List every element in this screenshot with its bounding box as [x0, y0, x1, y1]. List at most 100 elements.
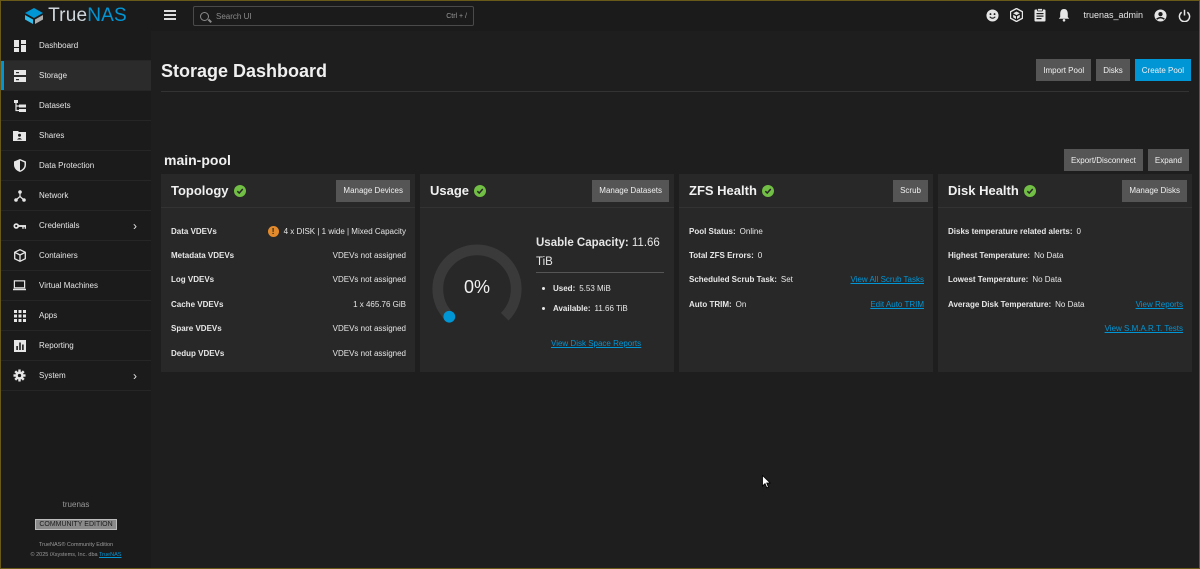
- top-bar: TrueNAS Search UI Ctrl + / truenas_admin: [1, 1, 1199, 31]
- usable-capacity: Usable Capacity: 11.66 TiB: [536, 237, 660, 268]
- topology-row: Dedup VDEVs VDEVs not assigned: [171, 348, 406, 358]
- manage-devices-button[interactable]: Manage Devices: [336, 179, 410, 202]
- expand-button[interactable]: Expand: [1147, 149, 1189, 171]
- menu-toggle-icon[interactable]: [164, 10, 176, 20]
- import-pool-button[interactable]: Import Pool: [1036, 59, 1092, 81]
- pool-name: main-pool: [164, 152, 231, 168]
- key-icon: [13, 219, 26, 232]
- zfs-row: Scheduled Scrub Task: Set View All Scrub T…: [689, 275, 924, 285]
- disk-health-row: Disks temperature related alerts: 0: [948, 226, 1081, 236]
- chevron-right-icon: ›: [133, 368, 137, 383]
- search-placeholder: Search UI: [216, 11, 252, 21]
- card-title: ZFS Health: [689, 183, 757, 198]
- export-disconnect-button[interactable]: Export/Disconnect: [1063, 149, 1143, 171]
- zfs-health-card: ZFS Health Scrub Pool Status: Online Tota…: [679, 174, 933, 372]
- sidebar-item-label: Data Protection: [39, 161, 95, 170]
- zfs-row: Total ZFS Errors: 0: [689, 251, 763, 261]
- scrub-button[interactable]: Scrub: [893, 179, 928, 202]
- usage-percent: 0%: [463, 277, 490, 297]
- zfs-row: Pool Status: Online: [689, 226, 763, 236]
- network-icon: [13, 189, 26, 202]
- sidebar-item-apps[interactable]: Apps: [1, 301, 151, 331]
- cube-icon: [13, 249, 26, 262]
- apps-grid-icon: [13, 309, 26, 322]
- warning-icon[interactable]: !: [267, 225, 279, 237]
- sidebar-item-storage[interactable]: Storage: [1, 61, 151, 91]
- sidebar-item-containers[interactable]: Containers: [1, 241, 151, 271]
- topology-row: Spare VDEVs VDEVs not assigned: [171, 324, 406, 334]
- sidebar-item-credentials[interactable]: Credentials ›: [1, 211, 151, 241]
- check-circle-icon: [1023, 184, 1036, 197]
- topology-row: Metadata VDEVs VDEVs not assigned: [171, 251, 406, 261]
- sidebar-item-label: Apps: [39, 311, 58, 320]
- edit-auto-trim-link[interactable]: Edit Auto TRIM: [870, 300, 924, 309]
- sidebar-item-label: Shares: [39, 131, 65, 140]
- sidebar: Dashboard Storage Datasets Shares Data P…: [1, 31, 151, 568]
- truenas-logo-icon: [25, 8, 44, 24]
- truenas-website-link[interactable]: TrueNAS: [99, 552, 121, 558]
- disk-health-row: Lowest Temperature: No Data: [948, 275, 1062, 285]
- header-divider: [161, 91, 1189, 92]
- edition-badge: COMMUNITY EDITION: [35, 519, 117, 530]
- search-shortcut: Ctrl + /: [446, 12, 467, 20]
- copyright: © 2025 iXsystems, Inc. dba TrueNAS: [30, 552, 122, 558]
- sidebar-item-virtual-machines[interactable]: Virtual Machines: [1, 271, 151, 301]
- chevron-right-icon: ›: [133, 218, 137, 233]
- sidebar-item-label: Containers: [39, 251, 78, 260]
- disks-button[interactable]: Disks: [1096, 59, 1130, 81]
- card-title: Topology: [171, 183, 229, 198]
- datasets-icon: [13, 99, 26, 112]
- sidebar-item-label: Reporting: [39, 341, 74, 350]
- usage-card: Usage Manage Datasets 0% Usable Capacity…: [420, 174, 674, 372]
- card-title: Disk Health: [948, 183, 1019, 198]
- disk-health-row: Highest Temperature: No Data: [948, 251, 1064, 261]
- sidebar-item-label: Virtual Machines: [39, 281, 98, 290]
- view-all-scrub-tasks-link[interactable]: View All Scrub Tasks: [850, 275, 924, 284]
- sidebar-item-datasets[interactable]: Datasets: [1, 91, 151, 121]
- gear-icon: [13, 369, 26, 382]
- sidebar-item-label: Credentials: [39, 221, 80, 230]
- sidebar-footer: truenas COMMUNITY EDITION TrueNAS® Commu…: [1, 500, 151, 560]
- truenas-logo[interactable]: TrueNAS: [1, 1, 151, 31]
- used-stat: Used: 5.53 MiB: [542, 284, 611, 293]
- topology-row: Data VDEVs! 4 x DISK | 1 wide | Mixed Cap…: [171, 225, 406, 237]
- laptop-icon: [13, 279, 26, 292]
- feedback-icon[interactable]: [985, 8, 999, 22]
- account-circle-icon[interactable]: [1153, 8, 1167, 22]
- search-icon: [200, 11, 209, 21]
- jobs-clipboard-icon[interactable]: [1033, 8, 1047, 22]
- search-input[interactable]: Search UI Ctrl + /: [193, 6, 474, 26]
- hostname-label: truenas: [62, 500, 90, 509]
- sidebar-item-system[interactable]: System ›: [1, 361, 151, 391]
- view-reports-link[interactable]: View Reports: [1136, 300, 1183, 309]
- main-content: Storage Dashboard Import Pool Disks Crea…: [151, 31, 1199, 568]
- view-disk-space-reports-link[interactable]: View Disk Space Reports: [551, 339, 641, 348]
- sidebar-item-network[interactable]: Network: [1, 181, 151, 211]
- available-stat: Available: 11.66 TiB: [542, 304, 628, 313]
- check-circle-icon: [233, 184, 246, 197]
- dashboard-icon: [13, 39, 26, 52]
- sidebar-item-shares[interactable]: Shares: [1, 121, 151, 151]
- check-circle-icon: [474, 184, 487, 197]
- product-line: TrueNAS® Community Edition: [38, 542, 114, 548]
- usage-gauge-fill: [443, 310, 456, 323]
- power-icon[interactable]: [1177, 8, 1191, 22]
- manage-datasets-button[interactable]: Manage Datasets: [592, 179, 669, 202]
- sidebar-item-dashboard[interactable]: Dashboard: [1, 31, 151, 61]
- topology-card: Topology Manage Devices Data VDEVs! 4 x D…: [161, 174, 415, 372]
- sidebar-item-label: Network: [39, 191, 69, 200]
- shield-icon: [13, 159, 26, 172]
- sidebar-item-reporting[interactable]: Reporting: [1, 331, 151, 361]
- storage-icon: [13, 69, 26, 82]
- create-pool-button[interactable]: Create Pool: [1134, 59, 1191, 81]
- manage-disks-button[interactable]: Manage Disks: [1122, 179, 1187, 202]
- sidebar-item-label: System: [39, 371, 66, 380]
- notifications-bell-icon[interactable]: [1057, 8, 1071, 22]
- topology-row: Cache VDEVs 1 x 465.76 GiB: [171, 299, 406, 309]
- truecommand-icon[interactable]: [1009, 8, 1023, 22]
- disk-health-row: Average Disk Temperature: No Data View Rep…: [948, 299, 1183, 309]
- username-label[interactable]: truenas_admin: [1083, 10, 1143, 20]
- view-smart-tests-link[interactable]: View S.M.A.R.T. Tests: [1105, 324, 1183, 333]
- sidebar-item-data-protection[interactable]: Data Protection: [1, 151, 151, 181]
- disk-health-row: View S.M.A.R.T. Tests: [948, 317, 1183, 341]
